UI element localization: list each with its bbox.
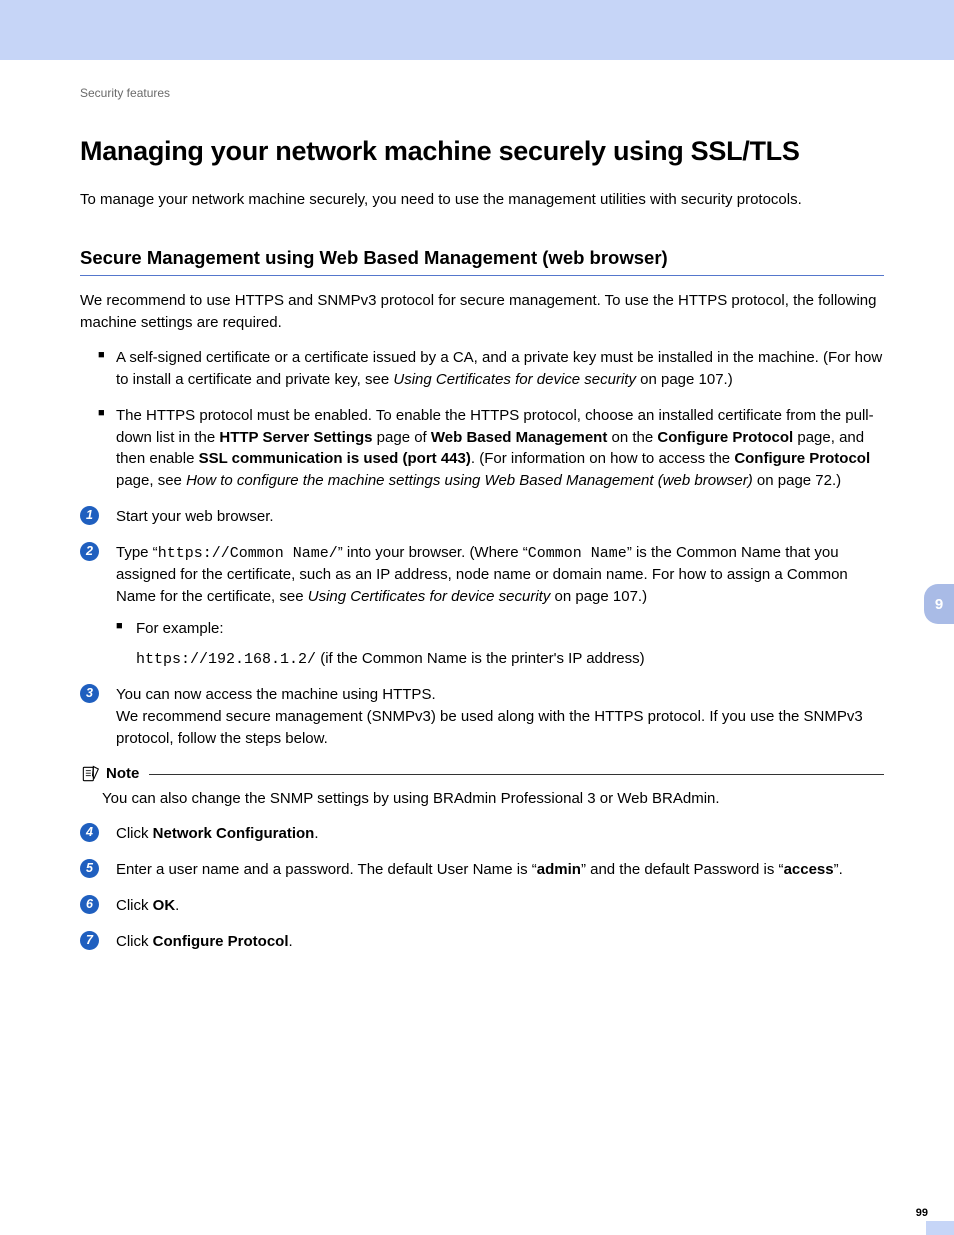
text: page, see: [116, 472, 186, 489]
text: We recommend secure management (SNMPv3) …: [116, 708, 863, 747]
text: ”.: [834, 861, 843, 878]
text: SSL communication is used (port 443): [199, 450, 471, 467]
step-item: 1 Start your web browser.: [80, 506, 884, 528]
text: on page 107.): [636, 371, 733, 388]
text: Type “: [116, 544, 158, 561]
list-item: For example:: [116, 618, 884, 640]
note-block: Note You can also change the SNMP settin…: [80, 764, 884, 810]
note-body: You can also change the SNMP settings by…: [80, 788, 884, 810]
text: page of: [373, 429, 431, 446]
sub-list: For example:: [116, 618, 884, 640]
text: Enter a user name and a password. The de…: [116, 861, 537, 878]
code-text: https://Common Name/: [158, 545, 338, 562]
step-number-badge: 6: [80, 895, 99, 914]
section-heading: Secure Management using Web Based Manage…: [80, 247, 884, 269]
note-title: Note: [106, 765, 139, 782]
text: ” and the default Password is “: [581, 861, 784, 878]
example-line: https://192.168.1.2/ (if the Common Name…: [116, 648, 884, 671]
corner-accent: [926, 1221, 954, 1235]
text: access: [784, 861, 834, 878]
step-item: 5 Enter a user name and a password. The …: [80, 859, 884, 881]
text: OK: [153, 897, 176, 914]
steps-list-continued: 4 Click Network Configuration. 5 Enter a…: [80, 823, 884, 952]
text: HTTP Server Settings: [219, 429, 372, 446]
step-item: 6 Click OK.: [80, 895, 884, 917]
text: Start your web browser.: [116, 508, 274, 525]
text: on the: [607, 429, 657, 446]
cross-ref-link[interactable]: Using Certificates for device security: [308, 588, 551, 605]
step-number-badge: 5: [80, 859, 99, 878]
step-item: 4 Click Network Configuration.: [80, 823, 884, 845]
code-text: Common Name: [528, 545, 627, 562]
step-number-badge: 1: [80, 506, 99, 525]
text: (if the Common Name is the printer's IP …: [316, 650, 645, 667]
steps-list: 1 Start your web browser. 2 Type “https:…: [80, 506, 884, 750]
page-title: Managing your network machine securely u…: [80, 136, 884, 167]
text: Network Configuration: [153, 825, 315, 842]
text: Configure Protocol: [734, 450, 870, 467]
intro-paragraph: To manage your network machine securely,…: [80, 189, 884, 211]
recommend-paragraph: We recommend to use HTTPS and SNMPv3 pro…: [80, 290, 884, 334]
cross-ref-link[interactable]: How to configure the machine settings us…: [186, 472, 753, 489]
list-item: The HTTPS protocol must be enabled. To e…: [80, 405, 884, 492]
note-icon: [80, 764, 100, 784]
text: admin: [537, 861, 581, 878]
text: Configure Protocol: [153, 933, 289, 950]
cross-ref-link[interactable]: Using Certificates for device security: [393, 371, 636, 388]
header-bar: [0, 0, 954, 60]
text: .: [289, 933, 293, 950]
breadcrumb: Security features: [80, 86, 884, 100]
text: .: [314, 825, 318, 842]
text: ” into your browser. (Where “: [338, 544, 528, 561]
step-number-badge: 3: [80, 684, 99, 703]
step-number-badge: 4: [80, 823, 99, 842]
list-item: A self-signed certificate or a certifica…: [80, 347, 884, 391]
text: Configure Protocol: [657, 429, 793, 446]
code-text: https://192.168.1.2/: [136, 651, 316, 668]
text: .: [175, 897, 179, 914]
step-item: 3 You can now access the machine using H…: [80, 684, 884, 749]
text: . (For information on how to access the: [471, 450, 734, 467]
text: Click: [116, 897, 153, 914]
text: on page 107.): [550, 588, 647, 605]
text: on page 72.): [753, 472, 841, 489]
note-rule: [149, 774, 884, 775]
page-number: 99: [916, 1207, 928, 1219]
step-item: 2 Type “https://Common Name/” into your …: [80, 542, 884, 671]
text: Click: [116, 825, 153, 842]
text: You can now access the machine using HTT…: [116, 686, 436, 703]
section-rule: [80, 275, 884, 276]
text: Click: [116, 933, 153, 950]
requirements-list: A self-signed certificate or a certifica…: [80, 347, 884, 492]
text: Web Based Management: [431, 429, 607, 446]
step-number-badge: 2: [80, 542, 99, 561]
step-item: 7 Click Configure Protocol.: [80, 931, 884, 953]
step-number-badge: 7: [80, 931, 99, 950]
